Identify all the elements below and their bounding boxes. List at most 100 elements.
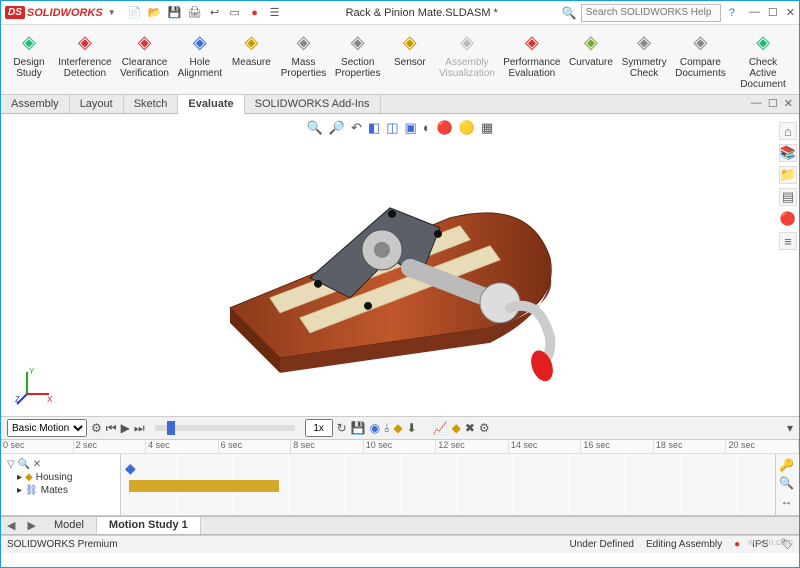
- tab-evaluate[interactable]: Evaluate: [178, 95, 244, 114]
- tab-solidworks-add-ins[interactable]: SOLIDWORKS Add-Ins: [245, 95, 381, 113]
- save-icon[interactable]: 💾: [168, 6, 182, 20]
- view-settings-icon[interactable]: ▦: [481, 120, 493, 136]
- keyframe-icon[interactable]: ◆: [125, 460, 136, 477]
- tab-maximize-icon[interactable]: ☐: [768, 97, 778, 111]
- edit-appearance-icon[interactable]: 🔴: [437, 120, 453, 136]
- tab-scroll-right-icon[interactable]: ▶: [21, 517, 41, 534]
- file-explorer-icon[interactable]: 📁: [779, 166, 797, 184]
- close-button[interactable]: ✕: [786, 6, 795, 19]
- zoom-area-icon[interactable]: 🔎: [329, 120, 345, 136]
- maximize-button[interactable]: ☐: [768, 6, 778, 19]
- play-icon[interactable]: ▶: [121, 421, 130, 435]
- play-end-icon[interactable]: ⏭: [134, 421, 145, 436]
- new-icon[interactable]: 📄: [128, 6, 142, 20]
- ds-logo-icon: DS: [5, 6, 25, 19]
- search-input[interactable]: [581, 4, 721, 22]
- motion-type-select[interactable]: Basic Motion: [7, 419, 87, 437]
- timeline-ruler[interactable]: 0 sec2 sec4 sec6 sec8 sec10 sec12 sec14 …: [1, 440, 799, 454]
- time-tick: 0 sec: [1, 440, 74, 453]
- feature-tree[interactable]: ▽ 🔍 ✕ ▸ ◆ Housing ▸ ⛓ Mates: [1, 454, 121, 515]
- ribbon-measure[interactable]: ◈Measure: [227, 29, 275, 92]
- time-tick: 8 sec: [291, 440, 364, 453]
- view-palette-icon[interactable]: ▤: [779, 188, 797, 206]
- ribbon-interference[interactable]: ◈InterferenceDetection: [55, 29, 115, 92]
- ribbon-clearance[interactable]: ◈ClearanceVerification: [117, 29, 172, 92]
- ribbon-sensor[interactable]: ◈Sensor: [386, 29, 434, 92]
- search-icon[interactable]: 🔍: [562, 6, 577, 20]
- calculate-icon[interactable]: ⚙: [91, 421, 102, 435]
- ribbon-hole[interactable]: ◈HoleAlignment: [174, 29, 225, 92]
- status-bar: SOLIDWORKS Premium Under Defined Editing…: [1, 535, 799, 553]
- minimize-button[interactable]: —: [749, 6, 760, 19]
- ribbon-curvature[interactable]: ◈Curvature: [566, 29, 617, 92]
- display-style-icon[interactable]: ▣: [405, 120, 417, 136]
- play-start-icon[interactable]: ⏮: [106, 421, 117, 436]
- ribbon-compare[interactable]: ◈CompareDocuments: [672, 29, 729, 92]
- ribbon-design-study[interactable]: ◈DesignStudy: [5, 29, 53, 92]
- loop-icon[interactable]: ↻: [337, 421, 347, 435]
- settings-icon[interactable]: ⚙: [479, 421, 490, 435]
- tree-item-housing[interactable]: ▸ ◆ Housing: [3, 471, 118, 484]
- options-icon[interactable]: ☰: [268, 6, 282, 20]
- hide-show-icon[interactable]: ◐: [423, 120, 431, 136]
- tab-assembly[interactable]: Assembly: [1, 95, 70, 113]
- collapse-icon[interactable]: ▾: [787, 421, 793, 435]
- tree-filter-row[interactable]: ▽ 🔍 ✕: [3, 458, 118, 471]
- tab-layout[interactable]: Layout: [70, 95, 124, 113]
- appearances-icon[interactable]: 🔴: [779, 210, 797, 228]
- tab-close-icon[interactable]: ✕: [784, 97, 793, 111]
- ribbon-section[interactable]: ◈SectionProperties: [332, 29, 384, 92]
- svg-text:Y: Y: [29, 367, 35, 376]
- tree-item-mates[interactable]: ▸ ⛓ Mates: [3, 484, 118, 497]
- section-view-icon[interactable]: ◧: [368, 120, 380, 136]
- gravity-icon[interactable]: ⬇: [407, 421, 417, 435]
- motion-bar-mates[interactable]: [129, 480, 279, 492]
- tab-sketch[interactable]: Sketch: [124, 95, 179, 113]
- print-icon[interactable]: 🖨: [188, 6, 202, 20]
- quick-access-toolbar: 📄 📂 💾 🖨 ↩ ▭ ● ☰: [128, 6, 282, 20]
- status-rebuild-icon[interactable]: ●: [734, 539, 740, 550]
- key-icon[interactable]: ◆: [452, 421, 461, 435]
- bottom-tab-motion-study-1[interactable]: Motion Study 1: [97, 517, 201, 534]
- design-library-icon[interactable]: 📚: [779, 144, 797, 162]
- view-orientation-icon[interactable]: ◫: [386, 120, 398, 136]
- custom-props-icon[interactable]: ≡: [779, 232, 797, 250]
- zoom-fit-icon[interactable]: 🔍: [307, 120, 323, 136]
- zoom-out-timeline-icon[interactable]: 🔍: [779, 476, 794, 490]
- time-tick: 10 sec: [364, 440, 437, 453]
- ribbon-symmetry[interactable]: ◈SymmetryCheck: [618, 29, 670, 92]
- resources-tab-icon[interactable]: ⌂: [779, 122, 797, 140]
- motor-icon[interactable]: ◉: [370, 421, 380, 435]
- zoom-in-timeline-icon[interactable]: 🔑: [779, 458, 794, 472]
- ribbon-check-active[interactable]: ◈Check ActiveDocument: [731, 29, 795, 92]
- save-anim-icon[interactable]: 💾: [351, 421, 366, 435]
- undo-icon[interactable]: ↩: [208, 6, 222, 20]
- graphics-viewport[interactable]: 🔍 🔎 ↶ ◧ ◫ ▣ ◐ 🔴 🟡 ▦ ⌂ 📚 📁 ▤ 🔴 ≡ Y X Z: [1, 114, 799, 416]
- ribbon-mass[interactable]: ◈MassProperties: [277, 29, 329, 92]
- timeline-side-tools: 🔑 🔍 ↔: [775, 454, 797, 515]
- playback-slider[interactable]: [155, 425, 295, 431]
- tab-window-controls: — ☐ ✕: [745, 95, 799, 113]
- rebuild-icon[interactable]: ●: [248, 6, 262, 20]
- ribbon-performance[interactable]: ◈PerformanceEvaluation: [500, 29, 564, 92]
- prev-view-icon[interactable]: ↶: [351, 120, 362, 136]
- select-icon[interactable]: ▭: [228, 6, 242, 20]
- tab-minimize-icon[interactable]: —: [751, 97, 762, 111]
- dropdown-arrow-icon[interactable]: ▼: [108, 8, 116, 17]
- spring-icon[interactable]: ⫰: [384, 421, 389, 436]
- svg-text:X: X: [47, 395, 53, 404]
- bottom-tab-model[interactable]: Model: [42, 517, 97, 534]
- help-icon[interactable]: ?: [729, 7, 735, 19]
- apply-scene-icon[interactable]: 🟡: [459, 120, 475, 136]
- open-icon[interactable]: 📂: [148, 6, 162, 20]
- del-key-icon[interactable]: ✖: [465, 421, 475, 435]
- assembly-model[interactable]: [190, 158, 610, 391]
- fit-timeline-icon[interactable]: ↔: [781, 494, 793, 508]
- tab-scroll-left-icon[interactable]: ◀: [1, 517, 21, 534]
- playback-speed[interactable]: [305, 419, 333, 437]
- ribbon-toolbar: ◈DesignStudy◈InterferenceDetection◈Clear…: [1, 25, 799, 95]
- results-icon[interactable]: 📈: [433, 421, 448, 435]
- contact-icon[interactable]: ◆: [393, 421, 402, 435]
- timeline-gantt[interactable]: ◆: [121, 454, 799, 515]
- orientation-triad[interactable]: Y X Z: [15, 366, 55, 406]
